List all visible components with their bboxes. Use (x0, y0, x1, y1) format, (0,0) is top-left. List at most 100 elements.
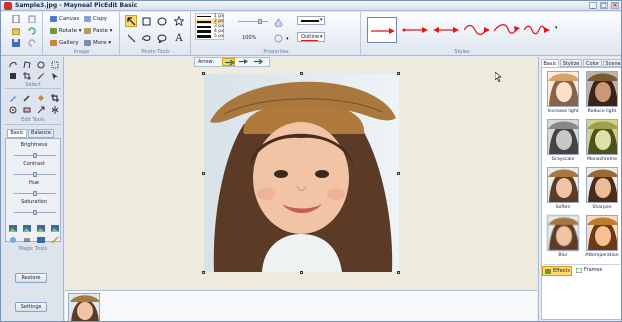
effect-attemperation[interactable]: Attemperation (583, 215, 621, 265)
effect-soften[interactable]: Soften (544, 167, 582, 217)
arrow-style-2-button[interactable] (237, 58, 250, 66)
style-curve-arrow[interactable] (494, 23, 520, 35)
style-double-arrow[interactable] (433, 27, 459, 33)
star-tool[interactable] (173, 15, 185, 27)
outline-select[interactable]: Outline ▾ (297, 32, 325, 42)
resize-icon[interactable] (37, 106, 45, 114)
line-tool[interactable] (125, 32, 137, 44)
gallery-button[interactable]: Gallery (50, 39, 79, 47)
arrow-style-3-button[interactable] (252, 58, 265, 66)
tab-effects[interactable]: Effects (542, 266, 572, 276)
text-tool[interactable]: A (173, 32, 185, 44)
rotate-button[interactable]: Rotate ▾ (50, 27, 82, 35)
styles-more-icon[interactable]: ▾ (555, 25, 558, 31)
magic-swap-icon[interactable] (23, 236, 31, 244)
brush-icon[interactable] (9, 94, 17, 102)
close-button[interactable]: × (611, 2, 619, 9)
style-squiggle-arrow[interactable] (524, 24, 550, 36)
effect-reduce-light[interactable]: Reduce light (583, 71, 621, 121)
rect-select-icon[interactable] (51, 61, 59, 69)
brightness-slider-knob[interactable] (33, 153, 37, 158)
more-button[interactable]: More ▾ (84, 39, 111, 47)
effect-increase-light[interactable]: Increase light (544, 71, 582, 121)
new-file-icon[interactable] (12, 15, 20, 23)
style-wave-arrow[interactable] (464, 24, 490, 36)
resize-handle-tr[interactable] (397, 72, 400, 75)
crop-icon[interactable] (51, 94, 59, 102)
saturation-slider[interactable] (14, 210, 56, 215)
copy-button[interactable]: Copy (84, 15, 107, 23)
resize-handle-bc[interactable] (300, 271, 303, 274)
tab-scene[interactable]: Scene (603, 59, 621, 67)
size-5px[interactable]: 5 px (196, 34, 224, 39)
saturation-slider-knob[interactable] (33, 210, 37, 215)
eraser-icon[interactable] (23, 106, 31, 114)
rectangle-tool[interactable] (140, 15, 152, 27)
tab-balance[interactable]: Balance (28, 129, 54, 138)
rotate-shape-icon[interactable] (274, 34, 283, 43)
magic-photo-icon-4[interactable] (51, 225, 59, 232)
style-dot-arrow[interactable] (402, 27, 428, 33)
tab-color[interactable]: Color (583, 59, 602, 67)
red-eye-icon[interactable] (9, 106, 17, 114)
effect-grayscale[interactable]: Grayscale (544, 119, 582, 169)
pointer-icon[interactable] (51, 72, 59, 80)
arrow-style-1-button[interactable] (222, 58, 235, 66)
ellipse-select-icon[interactable] (37, 61, 45, 69)
opacity-slider[interactable] (238, 19, 268, 24)
magic-photo-icon-1[interactable] (9, 225, 17, 232)
flip-icon[interactable] (51, 106, 59, 114)
ellipse-tool[interactable] (156, 15, 168, 27)
thumbnail-sample3[interactable] (68, 293, 100, 321)
copy-file-icon[interactable] (28, 15, 36, 23)
fill-color-icon[interactable] (274, 18, 283, 27)
save-icon[interactable] (12, 39, 20, 47)
polygon-select-icon[interactable] (23, 61, 31, 69)
fill-rect-icon[interactable] (9, 72, 17, 80)
undo-icon[interactable] (28, 27, 36, 35)
opacity-slider-knob[interactable] (258, 19, 262, 24)
effect-monochrome[interactable]: Monochrome (583, 119, 621, 169)
style-straight-arrow-selected[interactable] (367, 17, 397, 43)
canvas-area[interactable]: Arrow: (65, 57, 537, 289)
resize-handle-tl[interactable] (202, 72, 205, 75)
magic-eye-icon[interactable] (9, 236, 17, 244)
tab-stylize[interactable]: Stylize (560, 59, 582, 67)
effect-blur[interactable]: Blur (544, 215, 582, 265)
contrast-slider[interactable] (14, 172, 56, 177)
paste-button[interactable]: Paste ▾ (84, 27, 112, 35)
shape-dropdown-arrow[interactable]: ▾ (286, 36, 289, 42)
maximize-button[interactable]: □ (600, 2, 608, 9)
magic-photo-icon-3[interactable] (37, 225, 45, 232)
effect-sharpen[interactable]: Sharpen (583, 167, 621, 217)
magic-frame-icon[interactable] (37, 236, 45, 244)
resize-handle-br[interactable] (397, 271, 400, 274)
lasso-tool[interactable] (140, 32, 152, 44)
tab-basic[interactable]: Basic (7, 129, 27, 138)
tab-basic-effects[interactable]: Basic (541, 59, 559, 67)
line-style-select[interactable]: ▾ (297, 16, 325, 25)
select-arrow-tool[interactable] (125, 15, 137, 27)
contrast-slider-knob[interactable] (33, 172, 37, 177)
magic-photo-icon-2[interactable] (23, 225, 31, 232)
line-size-list[interactable]: 1 px 2 px 3 px 4 px 5 px (195, 13, 224, 40)
minimize-button[interactable]: _ (589, 2, 597, 9)
resize-handle-ml[interactable] (202, 172, 205, 175)
magic-pen-icon[interactable] (51, 236, 59, 244)
lasso-select-icon[interactable] (9, 61, 17, 69)
settings-button[interactable]: Settings (15, 302, 47, 312)
canvas-button[interactable]: Canvas (50, 15, 79, 23)
tab-frames[interactable]: Frames (574, 266, 606, 276)
hue-slider[interactable] (14, 191, 56, 196)
resize-handle-bl[interactable] (202, 271, 205, 274)
bubble-tool[interactable] (156, 32, 168, 44)
paint-bucket-icon[interactable] (37, 94, 45, 102)
brightness-slider[interactable] (14, 153, 56, 158)
edited-photo[interactable] (204, 74, 399, 272)
crop-select-icon[interactable] (23, 72, 31, 80)
magic-wand-icon[interactable] (37, 72, 45, 80)
restore-button[interactable]: Restore (15, 273, 47, 283)
open-folder-icon[interactable] (12, 27, 20, 35)
redo-icon[interactable] (28, 39, 36, 47)
resize-handle-tc[interactable] (300, 72, 303, 75)
